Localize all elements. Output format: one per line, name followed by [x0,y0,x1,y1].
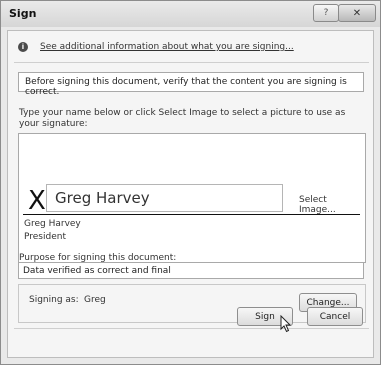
signature-instructions: Type your name below or click Select Ima… [19,108,346,129]
signer-title: President [24,232,66,242]
close-button[interactable]: ✕ [338,4,376,22]
info-icon: i [18,42,28,52]
cancel-button[interactable]: Cancel [307,307,363,326]
signing-as-name: Greg [84,295,106,305]
signature-line [23,214,360,215]
sign-dialog: Sign ? ✕ i See additional information ab… [0,0,381,365]
signing-as-label: Signing as: [29,295,79,305]
signature-x-mark: X [28,186,46,216]
close-icon: ✕ [352,7,362,19]
verify-notice: Before signing this document, verify tha… [18,72,364,97]
signature-name-input[interactable]: Greg Harvey [46,184,283,212]
signer-name: Greg Harvey [24,219,81,229]
additional-info-link[interactable]: See additional information about what yo… [40,42,294,52]
divider [14,62,369,63]
signature-area: X Greg Harvey Select Image... Greg Harve… [18,133,366,263]
help-button[interactable]: ? [313,4,339,22]
divider [14,328,369,329]
mouse-pointer-icon [280,315,292,333]
window-title: Sign [9,7,37,20]
help-icon: ? [323,8,329,18]
select-image-link[interactable]: Select Image... [299,195,365,215]
purpose-input[interactable]: Data verified as correct and final [18,262,364,279]
info-row: i See additional information about what … [18,40,294,54]
title-bar: Sign ? ✕ [1,1,380,27]
